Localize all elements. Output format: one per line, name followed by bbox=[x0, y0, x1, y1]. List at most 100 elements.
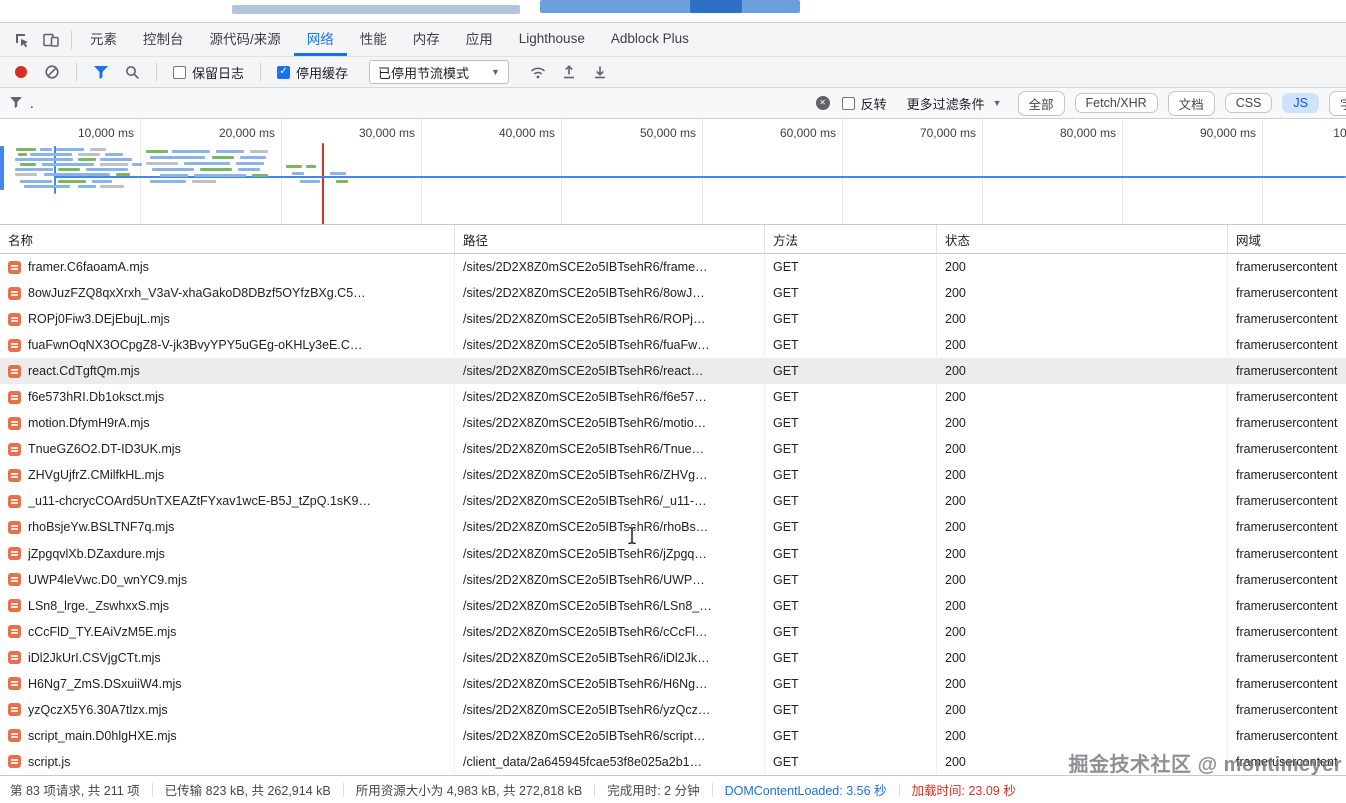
cell-status: 200 bbox=[937, 462, 1228, 488]
request-type-pill[interactable]: 字体 bbox=[1329, 91, 1346, 116]
request-domain: framerusercontent.com bbox=[1236, 416, 1338, 430]
request-timing-bar bbox=[78, 158, 96, 161]
table-row[interactable]: rhoBsjeYw.BSLTNF7q.mjs /sites/2D2X8Z0mSC… bbox=[0, 514, 1346, 540]
js-file-icon bbox=[8, 521, 21, 534]
request-timing-bar bbox=[78, 185, 96, 188]
table-row[interactable]: UWP4leVwc.D0_wnYC9.mjs /sites/2D2X8Z0mSC… bbox=[0, 567, 1346, 593]
request-path: /sites/2D2X8Z0mSCE2o5IBTsehR6/_u11-… bbox=[463, 494, 707, 508]
table-row[interactable]: ROPj0Fiw3.DEjEbujL.mjs /sites/2D2X8Z0mSC… bbox=[0, 306, 1346, 332]
cell-name: motion.DfymH9rA.mjs bbox=[0, 410, 455, 436]
table-row[interactable]: script_main.D0hlgHXE.mjs /sites/2D2X8Z0m… bbox=[0, 723, 1346, 749]
request-path: /sites/2D2X8Z0mSCE2o5IBTsehR6/Tnue… bbox=[463, 442, 704, 456]
devtools-tab[interactable]: 内存 bbox=[400, 23, 453, 56]
disable-cache-checkbox[interactable]: ✓ 停用缓存 bbox=[277, 63, 348, 82]
table-row[interactable]: TnueGZ6O2.DT-ID3UK.mjs /sites/2D2X8Z0mSC… bbox=[0, 436, 1346, 462]
column-header[interactable]: 网域 bbox=[1228, 225, 1346, 253]
request-type-pill[interactable]: 全部 bbox=[1018, 91, 1065, 116]
cell-status: 200 bbox=[937, 645, 1228, 671]
request-method: GET bbox=[773, 338, 799, 352]
clear-button[interactable] bbox=[40, 60, 64, 84]
network-conditions-icon[interactable] bbox=[526, 60, 550, 84]
cell-name: cCcFlD_TY.EAiVzM5E.mjs bbox=[0, 619, 455, 645]
cell-status: 200 bbox=[937, 384, 1228, 410]
status-separator bbox=[343, 783, 344, 797]
network-overview-timeline[interactable]: 10,000 ms20,000 ms30,000 ms40,000 ms50,0… bbox=[0, 119, 1346, 225]
request-method: GET bbox=[773, 651, 799, 665]
cell-path: /sites/2D2X8Z0mSCE2o5IBTsehR6/react… bbox=[455, 358, 765, 384]
js-file-icon bbox=[8, 677, 21, 690]
page-content-fragment bbox=[690, 0, 742, 13]
cell-status: 200 bbox=[937, 254, 1228, 280]
table-row[interactable]: script.js /client_data/2a645945fcae53f8e… bbox=[0, 749, 1346, 775]
table-row[interactable]: LSn8_lrge._ZswhxxS.mjs /sites/2D2X8Z0mSC… bbox=[0, 593, 1346, 619]
devtools-tab[interactable]: 源代码/来源 bbox=[197, 23, 294, 56]
pill-label: 字体 bbox=[1340, 98, 1346, 112]
request-timing-bar bbox=[322, 143, 324, 225]
devtools-tab[interactable]: 元素 bbox=[77, 23, 130, 56]
request-timing-bar bbox=[252, 174, 268, 177]
request-domain: framerusercontent.com bbox=[1236, 547, 1338, 561]
request-status: 200 bbox=[945, 599, 966, 613]
invert-filter-checkbox[interactable]: 反转 bbox=[842, 94, 887, 113]
table-row[interactable]: yzQczX5Y6.30A7tlzx.mjs /sites/2D2X8Z0mSC… bbox=[0, 697, 1346, 723]
request-timing-bar bbox=[152, 168, 194, 171]
column-header[interactable]: 方法 bbox=[765, 225, 937, 253]
table-row[interactable]: _u11-chcrycCOArd5UnTXEAZtFYxav1wcE-B5J_t… bbox=[0, 488, 1346, 514]
table-row[interactable]: 8owJuzFZQ8qxXrxh_V3aV-xhaGakoD8DBzf5OYfz… bbox=[0, 280, 1346, 306]
devtools-tab[interactable]: 应用 bbox=[453, 23, 506, 56]
table-row[interactable]: cCcFlD_TY.EAiVzM5E.mjs /sites/2D2X8Z0mSC… bbox=[0, 619, 1346, 645]
clear-filter-icon[interactable]: ✕ bbox=[816, 96, 830, 110]
request-method: GET bbox=[773, 755, 799, 769]
table-row[interactable]: fuaFwnOqNX3OCpgZ8-V-jk3BvyYPY5uGEg-oKHLy… bbox=[0, 332, 1346, 358]
cell-path: /sites/2D2X8Z0mSCE2o5IBTsehR6/jZpgq… bbox=[455, 541, 765, 567]
table-row[interactable]: f6e573hRI.Db1oksct.mjs /sites/2D2X8Z0mSC… bbox=[0, 384, 1346, 410]
column-header-label: 方法 bbox=[773, 230, 798, 249]
cell-method: GET bbox=[765, 384, 937, 410]
record-button[interactable] bbox=[9, 60, 33, 84]
devtools-tab[interactable]: 控制台 bbox=[130, 23, 197, 56]
request-timing-bar bbox=[300, 180, 320, 183]
cell-name: 8owJuzFZQ8qxXrxh_V3aV-xhaGakoD8DBzf5OYfz… bbox=[0, 280, 455, 306]
throttling-select[interactable]: 已停用节流模式 ▼ bbox=[369, 60, 509, 84]
request-type-pill[interactable]: 文档 bbox=[1168, 91, 1215, 116]
request-path: /sites/2D2X8Z0mSCE2o5IBTsehR6/react… bbox=[463, 364, 703, 378]
cell-domain: framerusercontent.com bbox=[1228, 384, 1346, 410]
table-row[interactable]: motion.DfymH9rA.mjs /sites/2D2X8Z0mSCE2o… bbox=[0, 410, 1346, 436]
devtools-tab[interactable]: Lighthouse bbox=[506, 23, 598, 56]
column-header[interactable]: 名称 bbox=[0, 225, 455, 253]
table-row[interactable]: react.CdTgftQm.mjs /sites/2D2X8Z0mSCE2o5… bbox=[0, 358, 1346, 384]
table-body: framer.C6faoamA.mjs /sites/2D2X8Z0mSCE2o… bbox=[0, 254, 1346, 775]
request-type-pill[interactable]: Fetch/XHR bbox=[1075, 93, 1158, 113]
inspect-element-icon[interactable] bbox=[6, 26, 36, 54]
devtools-tab[interactable]: 性能 bbox=[347, 23, 400, 56]
filter-input[interactable]: . bbox=[30, 96, 808, 111]
column-header[interactable]: 状态 bbox=[937, 225, 1228, 253]
table-row[interactable]: iDl2JkUrI.CSVjgCTt.mjs /sites/2D2X8Z0mSC… bbox=[0, 645, 1346, 671]
more-filters-dropdown[interactable]: 更多过滤条件 ▼ bbox=[907, 94, 1002, 113]
export-har-icon[interactable] bbox=[588, 60, 612, 84]
import-har-icon[interactable] bbox=[557, 60, 581, 84]
filter-toggle-icon[interactable] bbox=[89, 60, 113, 84]
request-type-pill[interactable]: JS bbox=[1282, 93, 1319, 113]
request-status: 200 bbox=[945, 416, 966, 430]
devtools-tab[interactable]: Adblock Plus bbox=[598, 23, 702, 56]
table-row[interactable]: framer.C6faoamA.mjs /sites/2D2X8Z0mSCE2o… bbox=[0, 254, 1346, 280]
table-row[interactable]: ZHVgUjfrZ.CMilfkHL.mjs /sites/2D2X8Z0mSC… bbox=[0, 462, 1346, 488]
table-row[interactable]: H6Ng7_ZmS.DSxuiiW4.mjs /sites/2D2X8Z0mSC… bbox=[0, 671, 1346, 697]
search-icon[interactable] bbox=[120, 60, 144, 84]
request-path: /sites/2D2X8Z0mSCE2o5IBTsehR6/cCcFl… bbox=[463, 625, 708, 639]
table-row[interactable]: jZpgqvlXb.DZaxdure.mjs /sites/2D2X8Z0mSC… bbox=[0, 541, 1346, 567]
request-type-pill[interactable]: CSS bbox=[1225, 93, 1273, 113]
request-name: ROPj0Fiw3.DEjEbujL.mjs bbox=[28, 312, 170, 326]
device-toolbar-icon[interactable] bbox=[36, 26, 66, 54]
column-header[interactable]: 路径 bbox=[455, 225, 765, 253]
request-domain: framerusercontent.com bbox=[1236, 520, 1338, 534]
request-method: GET bbox=[773, 573, 799, 587]
devtools-tab[interactable]: 网络 bbox=[294, 23, 347, 56]
preserve-log-checkbox[interactable]: 保留日志 bbox=[173, 63, 244, 82]
js-file-icon bbox=[8, 495, 21, 508]
cell-path: /sites/2D2X8Z0mSCE2o5IBTsehR6/8owJ… bbox=[455, 280, 765, 306]
request-status: 200 bbox=[945, 755, 966, 769]
cell-path: /sites/2D2X8Z0mSCE2o5IBTsehR6/_u11-… bbox=[455, 488, 765, 514]
request-path: /sites/2D2X8Z0mSCE2o5IBTsehR6/LSn8_… bbox=[463, 599, 712, 613]
